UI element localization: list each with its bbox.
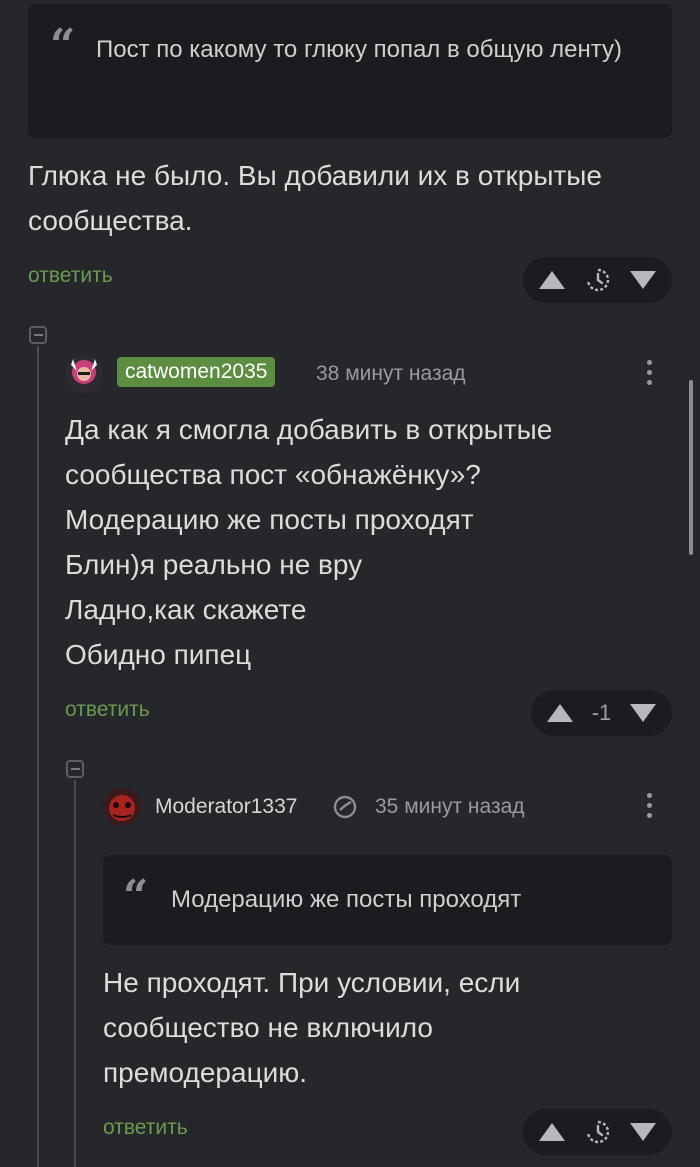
collapse-thread-button[interactable] (66, 760, 84, 778)
vote-controls (523, 1109, 672, 1155)
comment-text-line: Да как я смогла добавить в открытые (65, 414, 553, 445)
comment-text-line: Глюка не было. Вы добавили их в открытые (28, 160, 602, 191)
comment-text-line: Модерацию же посты проходят (65, 504, 474, 535)
username-badge[interactable]: catwomen2035 (117, 357, 276, 387)
quote-block: “ Пост по какому то глюку попал в общую … (28, 4, 672, 138)
downvote-icon[interactable] (630, 704, 656, 722)
downvote-icon[interactable] (630, 1123, 656, 1141)
quote-block: “ Модерацию же посты проходят (103, 855, 672, 945)
reply-link[interactable]: ответить (28, 264, 113, 288)
upvote-icon[interactable] (539, 1123, 565, 1141)
moderator-badge-icon (333, 795, 357, 819)
comment-text-line: Не проходят. При условии, если (103, 967, 521, 998)
username[interactable]: Moderator1337 (155, 795, 297, 819)
clock-timer-icon (586, 1120, 609, 1144)
vote-controls (523, 257, 672, 303)
more-options-icon[interactable] (646, 360, 652, 385)
thread-line (37, 346, 39, 1167)
upvote-icon[interactable] (547, 704, 573, 722)
comment-text-line: премодерацию. (103, 1057, 308, 1088)
avatar[interactable] (65, 355, 103, 393)
collapse-thread-button[interactable] (29, 326, 47, 344)
scrollbar[interactable] (689, 380, 693, 555)
comment-text-line: Обидно пипец (65, 639, 252, 670)
comment-text-line: сообщества. (28, 205, 193, 236)
comment-text-line: сообщество не включило (103, 1012, 433, 1043)
quote-text: Пост по какому то глюку попал в общую ле… (96, 36, 623, 63)
clock-timer-icon (586, 268, 609, 292)
quote-icon: “ (123, 871, 149, 922)
reply-link[interactable]: ответить (65, 698, 150, 722)
comment-timestamp: 38 минут назад (316, 362, 466, 385)
score-value: -1 (591, 700, 612, 725)
more-options-icon[interactable] (646, 793, 652, 818)
quote-icon: “ (50, 20, 76, 71)
comment-text-line: сообщества пост «обнажёнку»? (65, 459, 481, 490)
thread-line (74, 780, 76, 1167)
downvote-icon[interactable] (630, 271, 656, 289)
reply-link[interactable]: ответить (103, 1116, 188, 1140)
quote-text: Модерацию же посты проходят (171, 886, 522, 913)
comment-text-line: Ладно,как скажете (65, 594, 307, 625)
comment-timestamp: 35 минут назад (375, 795, 525, 818)
upvote-icon[interactable] (539, 271, 565, 289)
avatar[interactable] (103, 788, 141, 826)
vote-controls: -1 (531, 690, 672, 736)
comment-text-line: Блин)я реально не вру (65, 549, 363, 580)
